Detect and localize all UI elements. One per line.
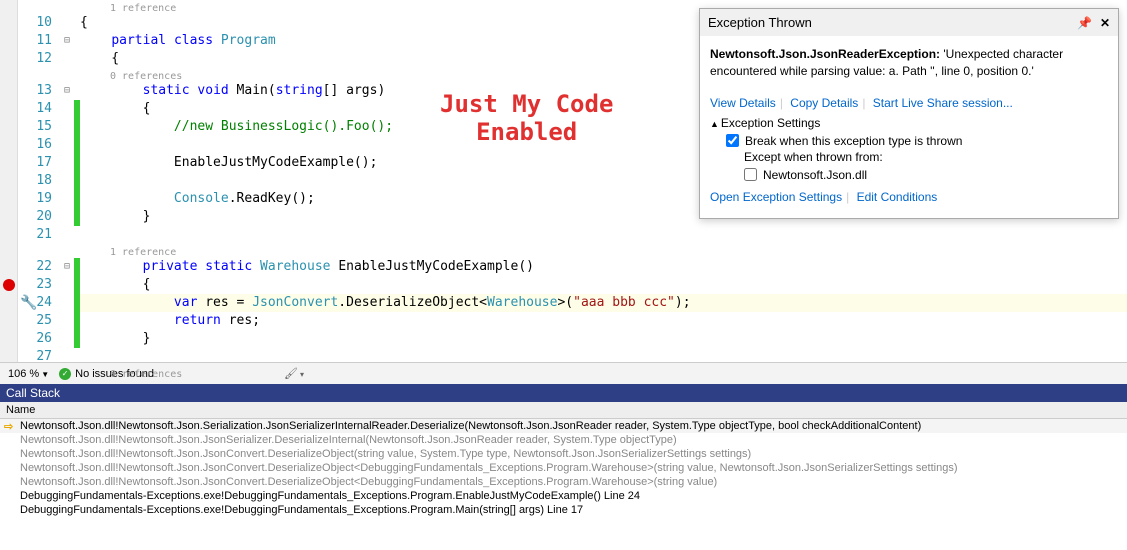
- edit-conditions-link[interactable]: Edit Conditions: [857, 190, 938, 204]
- code-line[interactable]: }: [80, 330, 1127, 348]
- except-item-label: Newtonsoft.Json.dll: [763, 168, 867, 182]
- wrench-icon[interactable]: 🔧: [20, 294, 37, 311]
- callstack-rows[interactable]: ⇨Newtonsoft.Json.dll!Newtonsoft.Json.Ser…: [0, 419, 1127, 517]
- code-line[interactable]: return res;: [80, 312, 1127, 330]
- exception-message: Newtonsoft.Json.JsonReaderException: 'Un…: [710, 46, 1108, 80]
- except-item-checkbox[interactable]: [744, 168, 757, 181]
- code-line[interactable]: {: [80, 276, 1127, 294]
- callstack-row[interactable]: ⇨Newtonsoft.Json.dll!Newtonsoft.Json.Ser…: [0, 419, 1127, 433]
- code-line[interactable]: private static Warehouse EnableJustMyCod…: [80, 258, 1127, 276]
- exception-title: Exception Thrown: [708, 15, 812, 30]
- copy-details-link[interactable]: Copy Details: [790, 96, 858, 110]
- except-from-label: Except when thrown from:: [744, 150, 1108, 164]
- current-frame-icon: ⇨: [4, 420, 13, 433]
- callstack-row[interactable]: Newtonsoft.Json.dll!Newtonsoft.Json.Json…: [0, 447, 1127, 461]
- callstack-row[interactable]: Newtonsoft.Json.dll!Newtonsoft.Json.Json…: [0, 475, 1127, 489]
- callstack-row[interactable]: Newtonsoft.Json.dll!Newtonsoft.Json.Json…: [0, 461, 1127, 475]
- code-line[interactable]: [80, 226, 1127, 244]
- exception-popup: Exception Thrown 📌 ✕ Newtonsoft.Json.Jso…: [699, 8, 1119, 219]
- break-label: Break when this exception type is thrown: [745, 134, 962, 148]
- codelens[interactable]: 1 reference: [80, 244, 1127, 258]
- code-line[interactable]: var res = JsonConvert.DeserializeObject<…: [80, 294, 1127, 312]
- breakpoint-icon[interactable]: [3, 279, 15, 291]
- overlay-annotation: Just My Code Enabled: [440, 90, 613, 146]
- callstack-row[interactable]: Newtonsoft.Json.dll!Newtonsoft.Json.Json…: [0, 433, 1127, 447]
- open-settings-link[interactable]: Open Exception Settings: [710, 190, 842, 204]
- codelens[interactable]: 0 references: [80, 366, 1127, 380]
- callstack-column-header[interactable]: Name: [0, 402, 1127, 419]
- exception-settings-toggle[interactable]: ▲Exception Settings: [710, 116, 1108, 130]
- close-icon[interactable]: ✕: [1100, 16, 1110, 30]
- break-checkbox[interactable]: [726, 134, 739, 147]
- callstack-row[interactable]: DebuggingFundamentals-Exceptions.exe!Deb…: [0, 503, 1127, 517]
- view-details-link[interactable]: View Details: [710, 96, 776, 110]
- pin-icon[interactable]: 📌: [1077, 16, 1092, 30]
- callstack-title: Call Stack: [0, 384, 1127, 402]
- callstack-row[interactable]: DebuggingFundamentals-Exceptions.exe!Deb…: [0, 489, 1127, 503]
- fold-gutter[interactable]: ⊟⊟⊟: [60, 0, 74, 362]
- code-line[interactable]: [80, 348, 1127, 366]
- live-share-link[interactable]: Start Live Share session...: [873, 96, 1013, 110]
- breakpoint-gutter[interactable]: 🔧: [0, 0, 18, 362]
